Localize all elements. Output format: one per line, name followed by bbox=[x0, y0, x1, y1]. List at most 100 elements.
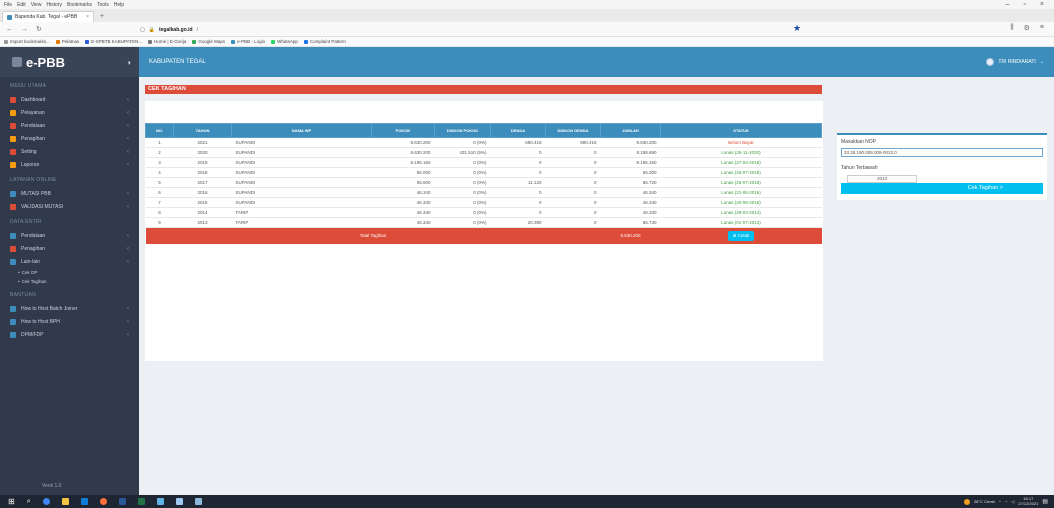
edge-icon[interactable] bbox=[80, 498, 88, 505]
menu-view[interactable]: View bbox=[31, 2, 42, 8]
tray-arrow-icon[interactable]: ^ bbox=[999, 499, 1001, 504]
cell-no: 3 bbox=[145, 157, 174, 168]
year-input[interactable]: 2013 bbox=[847, 175, 917, 183]
table-row: 9 2013 TARIP 46.340 0 (0%) 20.390 0 66.730 Lunas… bbox=[145, 217, 822, 228]
bookmark-item[interactable]: Home | E-Gonja bbox=[148, 39, 186, 44]
sidebar-item-pendataan[interactable]: Pendataan ‹ bbox=[0, 229, 139, 242]
chevron-left-icon: ‹ bbox=[127, 258, 129, 265]
app-icon[interactable] bbox=[175, 498, 183, 505]
sidebar-item-dashboard[interactable]: Dashboard ‹ bbox=[0, 93, 139, 106]
menu-help[interactable]: Help bbox=[114, 2, 124, 8]
cek-tagihan-button[interactable]: Cek Tagihan > bbox=[841, 183, 1043, 194]
chevron-left-icon: ‹ bbox=[127, 190, 129, 197]
menu-square-icon bbox=[10, 258, 16, 265]
app-icon[interactable] bbox=[194, 498, 202, 505]
minimize-icon[interactable]: – bbox=[1006, 1, 1010, 8]
app-icon[interactable] bbox=[156, 498, 164, 505]
bookmark-item[interactable]: e-PBB - Login bbox=[231, 39, 265, 44]
sidebar-item-penagihan[interactable]: Penagihan ‹ bbox=[0, 242, 139, 255]
chevron-left-icon: ‹ bbox=[127, 331, 129, 338]
sidebar-item-label: Penagihan bbox=[21, 135, 45, 142]
new-tab-icon[interactable]: + bbox=[100, 11, 104, 22]
windows-start-icon[interactable]: ⊞ bbox=[8, 497, 15, 506]
nop-input[interactable]: 33.28.190.009.008-0023.0 bbox=[841, 148, 1043, 157]
brand-title: e-PBB bbox=[26, 54, 66, 70]
section-bantuan: BANTUAN bbox=[10, 292, 36, 298]
menu-square-icon bbox=[10, 318, 16, 325]
sidebar-item-pendataan[interactable]: Pendataan ‹ bbox=[0, 119, 139, 132]
cell-diskon-denda: 0 bbox=[545, 197, 601, 208]
user-menu[interactable]: TRI RINDIARATI ⌄ bbox=[986, 58, 1044, 66]
close-window-icon[interactable]: × bbox=[1040, 1, 1044, 8]
bookmark-item[interactable]: Google Maps bbox=[192, 39, 225, 44]
menu-file[interactable]: File bbox=[4, 2, 12, 8]
bookmark-item[interactable]: Import bookmarks... bbox=[4, 39, 50, 44]
menu-bookmarks[interactable]: Bookmarks bbox=[67, 2, 92, 8]
search-icon[interactable]: ⌕ bbox=[27, 498, 31, 506]
bookmark-item[interactable]: WhatsApp bbox=[271, 39, 298, 44]
col-nama-wp: NAMA WP bbox=[231, 123, 372, 138]
nav-right-tools: ⫼ ⚙ ≡ bbox=[1010, 24, 1044, 32]
tab-close-icon[interactable]: × bbox=[86, 14, 89, 20]
forward-icon[interactable]: → bbox=[21, 26, 28, 33]
menu-history[interactable]: History bbox=[46, 2, 62, 8]
chevron-left-icon: ‹ bbox=[127, 318, 129, 325]
menu-edit[interactable]: Edit bbox=[17, 2, 26, 8]
cell-no: 1 bbox=[145, 137, 174, 148]
sidebar-item-laporan[interactable]: Laporan ‹ bbox=[0, 158, 139, 171]
sidebar-subitem-cek-op[interactable]: • Cek OP bbox=[0, 268, 139, 277]
browser-tab[interactable]: Bapenda Kab. Tegal - ePBB × bbox=[2, 11, 94, 22]
sidebar-item-lain-lain[interactable]: Lain-lain ‹ bbox=[0, 255, 139, 268]
url-bar[interactable]: ▢ 🔒 tegalkab.go.id / bbox=[140, 24, 790, 35]
cell-denda: 20.390 bbox=[490, 217, 546, 228]
menu-tools[interactable]: Tools bbox=[97, 2, 109, 8]
sidebar-item-setting[interactable]: Setting ‹ bbox=[0, 145, 139, 158]
sidebar-toggle-icon[interactable]: ◑ bbox=[126, 58, 131, 67]
maximize-icon[interactable]: ▫ bbox=[1023, 1, 1025, 8]
back-icon[interactable]: ← bbox=[6, 26, 13, 33]
cell-denda: 11.120 bbox=[490, 177, 546, 188]
cell-tahun: 2014 bbox=[173, 207, 232, 218]
cell-denda: 0 bbox=[490, 147, 546, 158]
brand: e-PBB ◑ bbox=[0, 47, 139, 77]
chrome-icon[interactable] bbox=[42, 498, 50, 505]
cell-status: Belum Bayar bbox=[660, 137, 822, 148]
bookmark-item[interactable]: Pelatnas bbox=[55, 39, 79, 44]
sidebar-subitem-cek-tagihan[interactable]: • Cek Tagihan bbox=[0, 277, 139, 286]
volume-icon[interactable]: ◁ bbox=[1011, 499, 1014, 504]
sidebar-item-validasi-mutasi[interactable]: VALIDASI MUTASI ‹ bbox=[0, 200, 139, 213]
sidebar-item-dpm-fdp[interactable]: DPM/FDP ‹ bbox=[0, 328, 139, 341]
version-label: Versi 1.0 bbox=[42, 483, 62, 489]
sidebar-item-mutasi-pbb[interactable]: MUTASI PBB ‹ bbox=[0, 187, 139, 200]
cell-no: 6 bbox=[145, 187, 174, 198]
sidebar-item-how-to-host-bph[interactable]: How to Host BPH ‹ bbox=[0, 315, 139, 328]
cell-status: Lunas (26-07-2018) bbox=[660, 177, 822, 188]
notification-icon[interactable]: ▤ bbox=[1042, 498, 1048, 505]
excel-icon[interactable] bbox=[137, 498, 145, 505]
bookmark-star-icon[interactable]: ★ bbox=[793, 23, 801, 34]
explorer-icon[interactable] bbox=[61, 498, 69, 505]
app-menu-icon[interactable]: ≡ bbox=[1040, 24, 1044, 32]
sidebar-item-penagihan[interactable]: Penagihan ‹ bbox=[0, 132, 139, 145]
shield-icon: ▢ bbox=[140, 26, 145, 33]
library-icon[interactable]: ⫼ bbox=[1010, 24, 1013, 32]
extensions-icon[interactable]: ⚙ bbox=[1024, 24, 1030, 32]
cell-status: Lunas (01-07-2013) bbox=[660, 217, 822, 228]
clock[interactable]: 18.17 27/12/2021 bbox=[1018, 496, 1038, 506]
sidebar-item-how-to-host-batch-joiner[interactable]: How to Host Batch Joiner ‹ bbox=[0, 302, 139, 315]
bookmark-item[interactable]: E-SPBTB KABUPATEN... bbox=[85, 39, 142, 44]
network-icon[interactable]: ◔ bbox=[1005, 499, 1007, 504]
col-no: NO. bbox=[145, 123, 174, 138]
cell-jumlah: 46.340 bbox=[600, 197, 661, 208]
sidebar: e-PBB ◑ MENU UTAMA Dashboard ‹ Pelayanan ‹ P… bbox=[0, 47, 139, 495]
sidebar-item-pelayanan[interactable]: Pelayanan ‹ bbox=[0, 106, 139, 119]
reload-icon[interactable]: ↻ bbox=[36, 25, 42, 33]
cetak-button[interactable]: ⊕ Cetak bbox=[727, 230, 755, 241]
firefox-icon[interactable] bbox=[99, 498, 107, 505]
cell-jumlah: 46.340 bbox=[600, 187, 661, 198]
bookmark-item[interactable]: Complaint Pattern bbox=[303, 39, 346, 44]
cell-pokok: 55.000 bbox=[371, 167, 435, 178]
cell-status: Lunas (29-03-2014) bbox=[660, 207, 822, 218]
cell-status: Lunas (26-11-2020) bbox=[660, 147, 822, 158]
word-icon[interactable] bbox=[118, 498, 126, 505]
